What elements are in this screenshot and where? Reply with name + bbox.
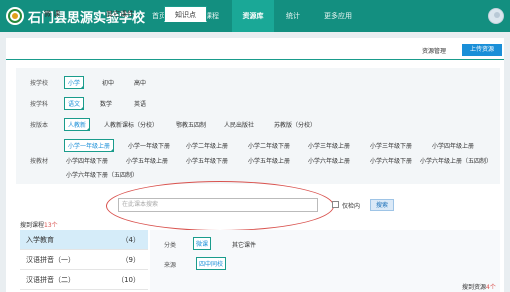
tab-micro-lesson[interactable]: 微 课 [44, 9, 60, 19]
nav-resource-library[interactable]: 资源库 [232, 0, 274, 32]
only-checkbox-label: 仅检内 [342, 203, 361, 210]
filter-subject-chinese[interactable]: 语文 [64, 97, 85, 110]
course-list: 入学教育 （4） 汉语拼音（一） （9） 汉语拼音（二） （10） [20, 230, 148, 292]
filter-school-primary[interactable]: 小学 [64, 76, 85, 89]
filter-edition-option[interactable]: 苏教版（分校） [274, 120, 316, 129]
resource-count: 搜到资源4个 [462, 284, 496, 291]
filter-subject-label: 按学科 [30, 101, 49, 108]
avatar[interactable] [488, 8, 504, 24]
course-count: 搜到课程13个 [20, 222, 58, 229]
filter-material-option[interactable]: 小学六年级下册 [370, 156, 412, 165]
filter-subject-english[interactable]: 英语 [134, 99, 146, 108]
filter-material-option[interactable]: 小学六年级上册（五四制） [420, 156, 492, 165]
tab-knowledge-points[interactable]: 知识点 [164, 6, 207, 22]
filter-material-option[interactable]: 小学五年级下册 [186, 156, 228, 165]
top-nav-bar: 石门县思源实验学校 首页 我的课程 资源库 统计 更多应用 [0, 0, 510, 32]
nav-more-apps[interactable]: 更多应用 [324, 0, 352, 32]
filter-material-option[interactable]: 小学六年级上册 [308, 156, 350, 165]
filter-material-option[interactable]: 小学三年级下册 [370, 141, 412, 150]
filter-material-option[interactable]: 小学二年级下册 [248, 141, 290, 150]
filter-subject-math[interactable]: 数学 [100, 99, 112, 108]
filter-material-option[interactable]: 小学二年级上册 [186, 141, 228, 150]
filter-edition-option[interactable]: 人教新 [64, 118, 91, 131]
type-other-option[interactable]: 其它课件 [232, 240, 256, 249]
only-checkbox[interactable] [332, 201, 339, 208]
filter-material-option[interactable]: 小学五年级上册 [126, 156, 168, 165]
filter-school-label: 按学校 [30, 80, 49, 87]
search-button[interactable]: 搜索 [370, 199, 394, 211]
filter-school-middle[interactable]: 初中 [102, 78, 114, 87]
list-item[interactable]: 入学教育 （4） [20, 230, 148, 250]
filter-material-option[interactable]: 小学六年级下册（五四制） [66, 170, 138, 179]
filter-material-option[interactable]: 小学一年级上册 [64, 139, 115, 152]
filter-edition-option[interactable]: 鄂教五四制 [176, 120, 206, 129]
list-item[interactable]: 汉语拼音（二） （10） [20, 270, 148, 290]
source-label: 来源 [164, 262, 177, 269]
filter-edition-option[interactable]: 人教新课标（分校） [104, 120, 158, 129]
type-label: 分类 [164, 242, 177, 249]
type-microlesson-option[interactable]: 微课 [193, 237, 212, 250]
source-option[interactable]: 四中同校 [196, 257, 227, 270]
filter-material-option[interactable]: 小学五年级上册 [248, 156, 290, 165]
filter-edition-option[interactable]: 人民出版社 [224, 120, 254, 129]
filter-material-option[interactable]: 小学四年级上册 [432, 141, 474, 150]
school-logo-icon [6, 7, 24, 25]
tab-other-courseware[interactable]: 其它课件 [106, 9, 134, 19]
filter-school-high[interactable]: 高中 [134, 78, 146, 87]
filter-material-option[interactable]: 小学一年级下册 [128, 141, 170, 150]
filter-material-option[interactable]: 小学四年级下册 [66, 156, 108, 165]
resource-manage-link[interactable]: 资源管理 [422, 46, 446, 55]
filter-material-label: 按教材 [30, 158, 49, 165]
upload-resource-button[interactable]: 上传资源 [462, 44, 502, 56]
nav-statistics[interactable]: 统计 [286, 0, 300, 32]
filter-edition-label: 按版本 [30, 122, 49, 129]
list-item[interactable]: 汉语拼音（一） （9） [20, 250, 148, 270]
search-input[interactable]: 在此课本搜索 [118, 198, 318, 212]
filter-material-option[interactable]: 小学三年级上册 [308, 141, 350, 150]
